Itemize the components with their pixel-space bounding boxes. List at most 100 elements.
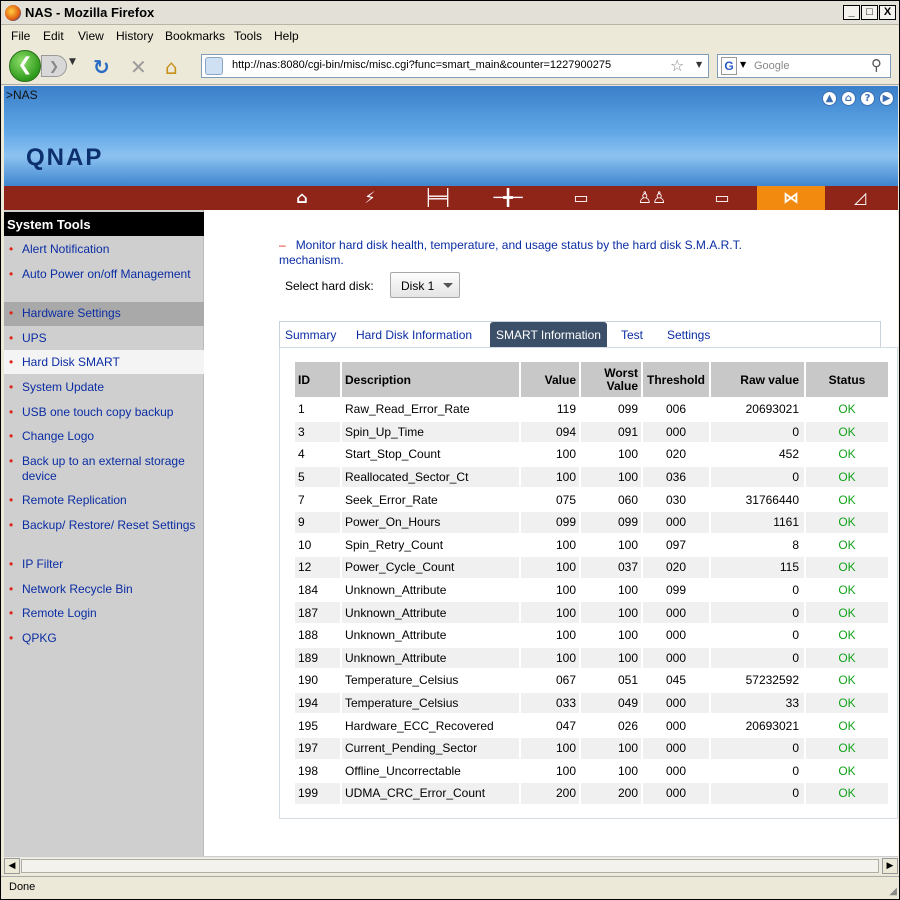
table-row: 1 Raw_Read_Error_Rate 119 099 006 20693021 OK — [295, 399, 888, 420]
menu-help[interactable]: Help — [274, 29, 299, 43]
forward-button[interactable]: ❯ — [41, 55, 67, 77]
history-dropdown-icon[interactable]: ▼ — [69, 57, 76, 67]
sidebar-item-ups[interactable]: • UPS — [4, 331, 204, 346]
sidebar-item-label[interactable]: Hard Disk SMART — [22, 355, 120, 369]
search-bar[interactable]: G ▼ Google ⚲ — [717, 54, 891, 78]
chevron-down-icon[interactable] — [443, 283, 453, 288]
sidebar-item-auto-power[interactable]: • Auto Power on/off Management — [4, 267, 204, 282]
menu-tools[interactable]: Tools — [234, 29, 262, 43]
tab-smart-information[interactable]: SMART Information — [490, 322, 607, 354]
minimize-button[interactable]: _ — [843, 5, 860, 20]
back-button[interactable]: ❮ — [9, 50, 41, 82]
cell-raw: 20693021 — [745, 402, 799, 417]
help-icon[interactable]: ? — [860, 91, 875, 106]
scroll-right-icon[interactable]: ▶ — [882, 858, 898, 874]
tab-label[interactable]: SMART Information — [496, 328, 601, 342]
cell-threshold: 045 — [665, 673, 687, 688]
sidebar-item-qpkg[interactable]: • QPKG — [4, 631, 204, 646]
home-icon[interactable]: ⌂ — [841, 91, 856, 106]
sidebar-item-label[interactable]: Network Recycle Bin — [22, 582, 133, 596]
col-raw-header: Raw value — [711, 362, 804, 397]
cell-status: OK — [806, 557, 888, 578]
sidebar-item-label[interactable]: Remote Login — [22, 606, 97, 620]
cell-value: 099 — [521, 511, 579, 533]
sidebar-item-label[interactable]: Alert Notification — [22, 242, 109, 256]
bullet-icon: • — [9, 582, 14, 596]
url-text[interactable]: http://nas:8080/cgi-bin/misc/misc.cgi?fu… — [232, 59, 611, 71]
sidebar-item-remote-replication[interactable]: • Remote Replication — [4, 493, 204, 508]
sidebar-item-label[interactable]: Auto Power on/off Management — [22, 267, 191, 281]
up-icon[interactable]: ▲ — [822, 91, 837, 106]
horizontal-scrollbar[interactable]: ◀ ▶ — [4, 856, 898, 874]
network-share-icon[interactable]: ▭ — [688, 186, 756, 210]
tab-settings[interactable]: Settings — [667, 322, 710, 348]
tab-test[interactable]: Test — [621, 322, 643, 348]
sidebar-item-hardware-settings[interactable]: • Hardware Settings — [4, 302, 204, 326]
cell-id: 3 — [295, 421, 340, 443]
sidebar-item-label[interactable]: IP Filter — [22, 557, 63, 571]
users-icon[interactable]: ♙♙ — [618, 186, 686, 210]
sidebar-item-backup-restore-reset[interactable]: • Backup/ Restore/ Reset Settings — [4, 518, 204, 533]
sidebar-item-network-recycle-bin[interactable]: • Network Recycle Bin — [4, 582, 204, 597]
home-nav-icon[interactable]: ⌂ — [268, 186, 336, 210]
system-settings-icon[interactable]: ╞═╡ — [404, 186, 472, 210]
system-tools-icon[interactable]: ⋈ — [757, 186, 825, 210]
sidebar-item-system-update[interactable]: • System Update — [4, 380, 204, 395]
cell-id: 187 — [295, 602, 340, 623]
quick-config-icon[interactable]: ⚡ — [336, 186, 404, 210]
resize-grip-icon[interactable]: ◢ — [889, 886, 897, 897]
reload-icon[interactable]: ↻ — [93, 55, 110, 79]
disk-icon[interactable]: ▭ — [547, 186, 615, 210]
tab-summary[interactable]: Summary — [285, 322, 336, 348]
table-row: 5 Reallocated_Sector_Ct 100 100 036 0 OK — [295, 466, 888, 488]
menu-file[interactable]: File — [11, 29, 30, 43]
search-icon[interactable]: ⚲ — [871, 56, 882, 74]
disk-select[interactable]: Disk 1 — [390, 272, 460, 298]
scroll-left-icon[interactable]: ◀ — [4, 858, 20, 874]
cell-status: OK — [838, 447, 856, 462]
url-dropdown-icon[interactable]: ▼ — [696, 60, 702, 69]
network-icon[interactable]: ─╋─ — [474, 186, 542, 210]
table-row: 184 Unknown_Attribute 100 100 099 0 OK — [295, 580, 888, 601]
tab-hard-disk-information[interactable]: Hard Disk Information — [356, 322, 472, 348]
sidebar-item-label[interactable]: Backup/ Restore/ Reset Settings — [22, 518, 195, 532]
logs-icon[interactable]: ◿ — [826, 186, 894, 210]
sidebar-item-change-logo[interactable]: • Change Logo — [4, 429, 204, 444]
close-button[interactable]: X — [879, 5, 896, 20]
col-worst-header: Worst Value — [581, 362, 641, 397]
next-icon[interactable]: ▶ — [879, 91, 894, 106]
site-identity-icon[interactable] — [205, 57, 223, 75]
sidebar-item-label[interactable]: Remote Replication — [22, 493, 127, 507]
menu-history[interactable]: History — [116, 29, 153, 43]
search-engine-icon[interactable]: G — [721, 57, 737, 75]
url-bar[interactable]: http://nas:8080/cgi-bin/misc/misc.cgi?fu… — [201, 54, 709, 78]
sidebar-item-label[interactable]: Hardware Settings — [22, 306, 121, 320]
bullet-icon: • — [9, 331, 14, 345]
cell-description: Offline_Uncorrectable — [345, 763, 461, 778]
search-engine-dropdown-icon[interactable]: ▼ — [740, 60, 746, 69]
menu-view[interactable]: View — [78, 29, 104, 43]
sidebar-item-alert-notification[interactable]: • Alert Notification — [4, 242, 204, 257]
sidebar-item-label[interactable]: Change Logo — [22, 429, 94, 443]
menu-bookmarks[interactable]: Bookmarks — [165, 29, 225, 43]
sidebar-item-hard-disk-smart[interactable]: • Hard Disk SMART — [4, 350, 204, 374]
cell-id: 184 — [298, 583, 319, 598]
sidebar-item-external-backup[interactable]: • Back up to an external storage device — [4, 454, 204, 484]
sidebar-item-label[interactable]: UPS — [22, 331, 47, 345]
menu-edit[interactable]: Edit — [43, 29, 64, 43]
sidebar-item-label[interactable]: System Update — [22, 380, 104, 394]
bookmark-star-icon[interactable]: ☆ — [670, 56, 684, 75]
home-icon[interactable]: ⌂ — [165, 55, 178, 79]
sidebar-item-label[interactable]: Back up to an external storage device — [22, 454, 185, 483]
disk-select-value[interactable]: Disk 1 — [401, 279, 434, 293]
maximize-button[interactable]: □ — [861, 5, 878, 20]
stop-icon[interactable]: ✕ — [130, 55, 147, 79]
sidebar-item-label[interactable]: QPKG — [22, 631, 57, 645]
search-input[interactable]: Google — [754, 60, 789, 72]
sidebar-item-ip-filter[interactable]: • IP Filter — [4, 557, 204, 572]
sidebar-item-usb-copy-backup[interactable]: • USB one touch copy backup — [4, 405, 204, 420]
sidebar-item-remote-login[interactable]: • Remote Login — [4, 606, 204, 621]
cell-description: Current_Pending_Sector — [342, 737, 519, 759]
sidebar-item-label[interactable]: USB one touch copy backup — [22, 405, 173, 419]
scroll-thumb[interactable] — [21, 859, 879, 873]
